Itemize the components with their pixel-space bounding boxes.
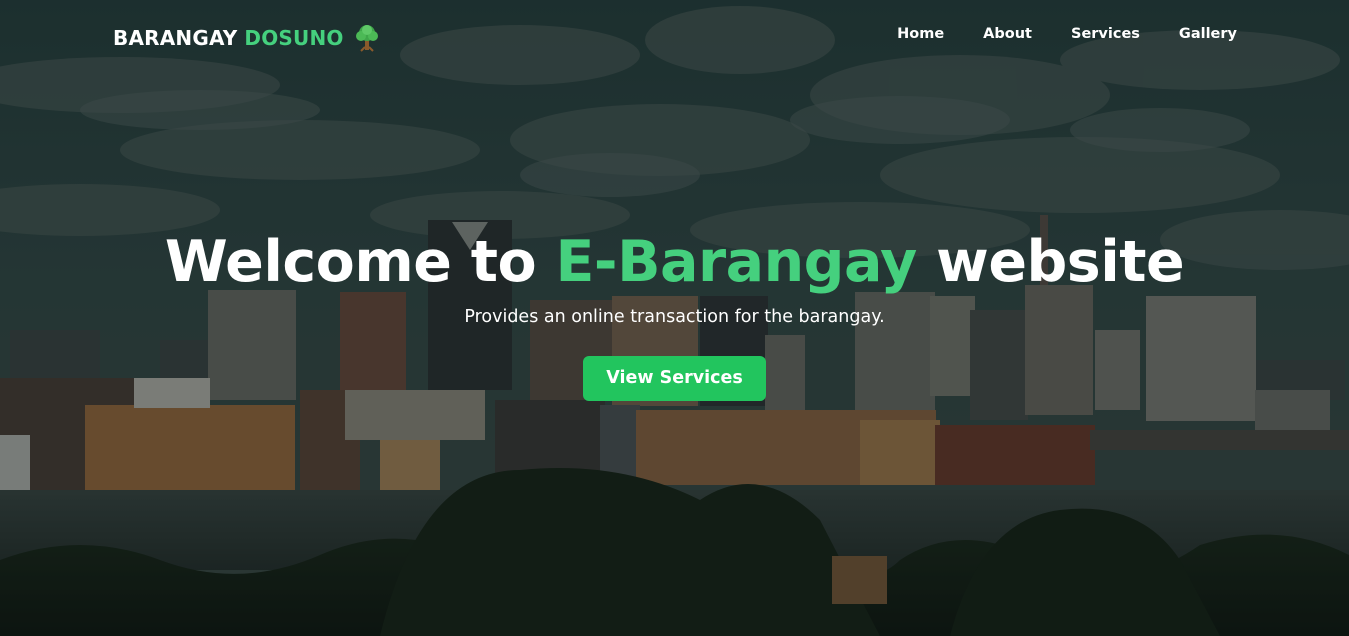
nav-link-about[interactable]: About <box>983 26 1032 42</box>
hero-subtitle: Provides an online transaction for the b… <box>464 307 885 327</box>
hero-title: Welcome to E-Barangay website <box>0 226 1349 298</box>
hero-section: BARANGAY DOSUNO Home About Services Gall… <box>0 0 1349 636</box>
view-services-button[interactable]: View Services <box>583 356 766 401</box>
nav-menu: Home About Services Gallery <box>858 26 1237 42</box>
nav-link-services[interactable]: Services <box>1071 26 1140 42</box>
nav-link-home[interactable]: Home <box>897 26 944 42</box>
nav-item-about: About <box>944 26 1032 42</box>
navbar: BARANGAY DOSUNO Home About Services Gall… <box>0 0 1349 76</box>
nav-item-services: Services <box>1032 26 1140 42</box>
brand-name-accent: DOSUNO <box>244 26 344 50</box>
hero-title-end: website <box>936 229 1185 295</box>
hero-title-start: Welcome to <box>164 229 537 295</box>
nav-item-gallery: Gallery <box>1140 26 1237 42</box>
brand-logo[interactable]: BARANGAY DOSUNO <box>113 24 380 52</box>
nav-link-gallery[interactable]: Gallery <box>1179 26 1237 42</box>
hero-title-accent: E-Barangay <box>555 229 917 295</box>
brand-name: BARANGAY <box>113 26 238 50</box>
tree-icon <box>354 24 380 52</box>
hero-content: Welcome to E-Barangay website Provides a… <box>0 226 1349 401</box>
nav-item-home: Home <box>858 26 944 42</box>
